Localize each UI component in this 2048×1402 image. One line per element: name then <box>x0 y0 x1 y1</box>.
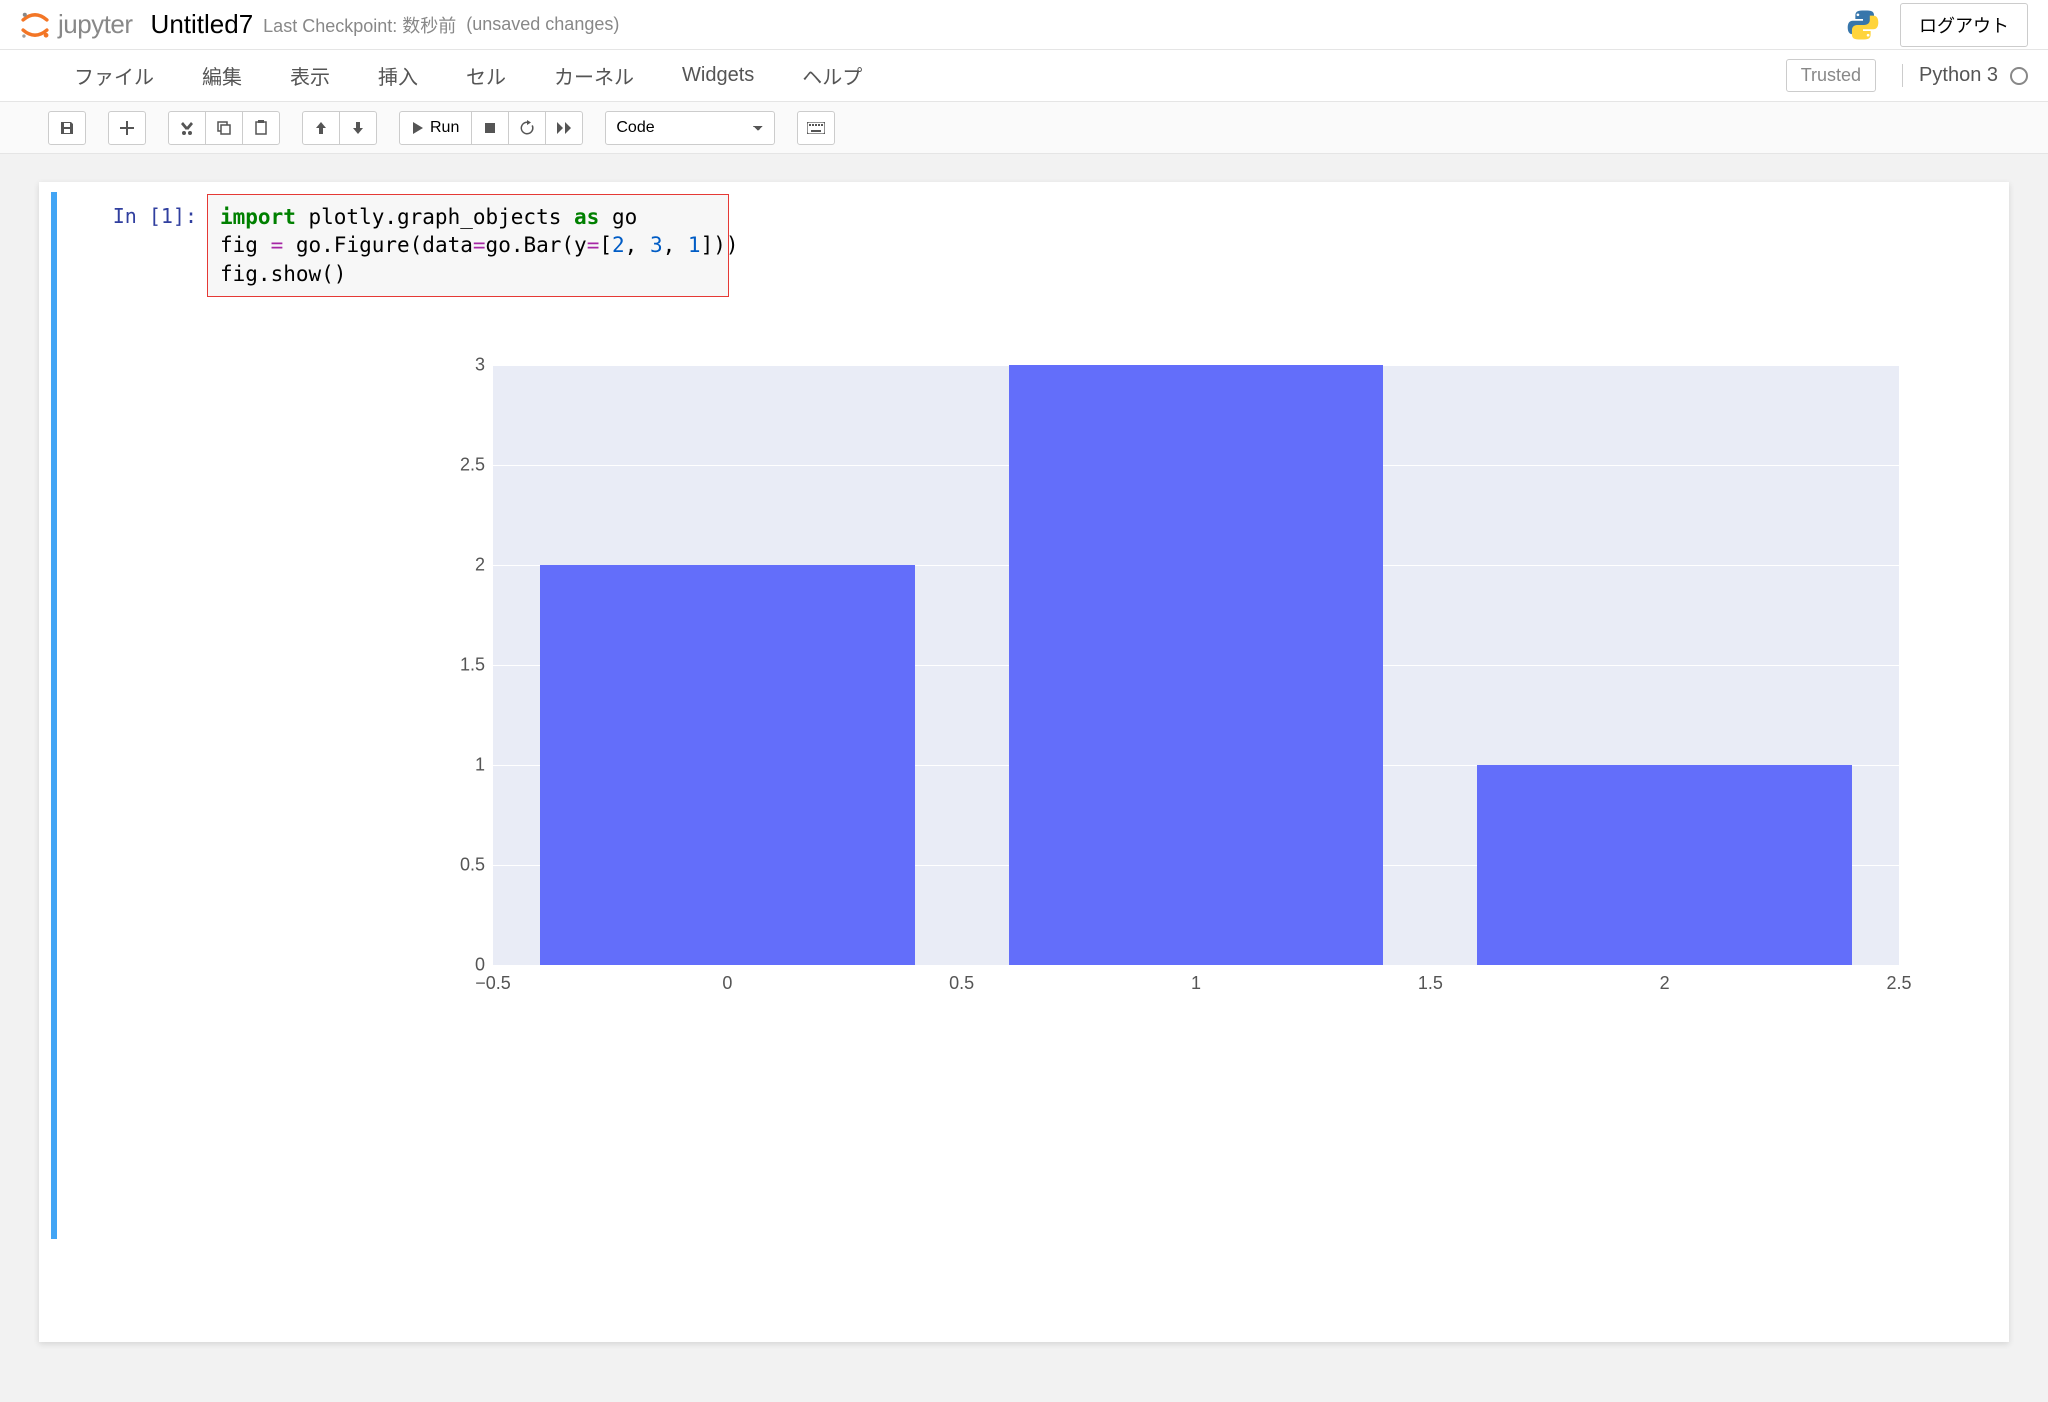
cell-body: import plotly.graph_objects as go fig = … <box>207 194 1997 1237</box>
logo-text: jupyter <box>58 9 133 40</box>
y-tick-label: 1 <box>475 755 485 776</box>
move-down-button[interactable] <box>339 111 377 145</box>
y-tick-label: 1.5 <box>460 655 485 676</box>
clipboard-icon <box>253 120 269 136</box>
menu-insert[interactable]: 挿入 <box>354 51 442 100</box>
move-up-button[interactable] <box>302 111 340 145</box>
restart-icon <box>519 120 535 136</box>
x-tick-label: 0.5 <box>949 973 974 994</box>
arrow-up-icon <box>314 121 328 135</box>
scissors-icon <box>179 120 195 136</box>
toolbar: Run Code <box>0 102 2048 154</box>
jupyter-icon <box>18 8 52 42</box>
header-bar: jupyter Untitled7 Last Checkpoint: 数秒前 (… <box>0 0 2048 50</box>
restart-run-all-button[interactable] <box>545 111 583 145</box>
menu-cell[interactable]: セル <box>442 51 530 100</box>
arrow-down-icon <box>351 121 365 135</box>
move-group <box>302 111 377 145</box>
x-tick-label: −0.5 <box>475 973 511 994</box>
python-icon <box>1846 8 1880 42</box>
kernel-indicator[interactable]: Python 3 <box>1902 64 2028 87</box>
y-tick-label: 2.5 <box>460 455 485 476</box>
x-tick-label: 2 <box>1660 973 1670 994</box>
play-icon <box>412 121 424 135</box>
menu-help[interactable]: ヘルプ <box>778 51 886 100</box>
save-icon <box>59 120 75 136</box>
bar[interactable] <box>1009 365 1384 965</box>
logout-button[interactable]: ログアウト <box>1900 3 2028 47</box>
kernel-label: Python 3 <box>1919 64 1998 87</box>
code-input[interactable]: import plotly.graph_objects as go fig = … <box>207 194 729 297</box>
add-cell-button[interactable] <box>108 111 146 145</box>
restart-button[interactable] <box>508 111 546 145</box>
kernel-idle-icon <box>2010 67 2028 85</box>
plotly-output[interactable]: 00.511.522.53−0.500.511.522.5 <box>367 337 1967 1237</box>
code-cell[interactable]: In [1]: import plotly.graph_objects as g… <box>51 192 1997 1239</box>
interrupt-button[interactable] <box>471 111 509 145</box>
y-tick-label: 3 <box>475 355 485 376</box>
stop-icon <box>484 122 496 134</box>
save-button[interactable] <box>48 111 86 145</box>
x-tick-label: 1.5 <box>1418 973 1443 994</box>
copy-button[interactable] <box>205 111 243 145</box>
bar[interactable] <box>540 565 915 965</box>
notebook-title[interactable]: Untitled7 <box>151 9 254 40</box>
menu-widgets[interactable]: Widgets <box>658 54 778 97</box>
cell-type-select[interactable]: Code <box>605 111 775 145</box>
trusted-badge[interactable]: Trusted <box>1786 59 1876 92</box>
plus-icon <box>120 121 134 135</box>
logo[interactable]: jupyter <box>18 8 133 42</box>
menu-view[interactable]: 表示 <box>266 51 354 100</box>
y-tick-label: 2 <box>475 555 485 576</box>
menu-edit[interactable]: 編集 <box>178 51 266 100</box>
bar[interactable] <box>1477 765 1852 965</box>
notebook-container: In [1]: import plotly.graph_objects as g… <box>0 154 2048 1402</box>
x-tick-label: 1 <box>1191 973 1201 994</box>
unsaved-label: (unsaved changes) <box>466 14 619 35</box>
keyboard-icon <box>807 122 825 134</box>
command-palette-button[interactable] <box>797 111 835 145</box>
x-tick-label: 2.5 <box>1886 973 1911 994</box>
menu-kernel[interactable]: カーネル <box>530 51 658 100</box>
notebook-paper: In [1]: import plotly.graph_objects as g… <box>39 182 2009 1342</box>
run-label: Run <box>430 119 459 137</box>
copy-icon <box>216 120 232 136</box>
paste-button[interactable] <box>242 111 280 145</box>
menubar: ファイル 編集 表示 挿入 セル カーネル Widgets ヘルプ Truste… <box>0 50 2048 102</box>
cut-button[interactable] <box>168 111 206 145</box>
menu-file[interactable]: ファイル <box>50 51 178 100</box>
gridline <box>493 965 1899 966</box>
fast-forward-icon <box>556 121 572 135</box>
run-button[interactable]: Run <box>399 111 472 145</box>
x-tick-label: 0 <box>722 973 732 994</box>
edit-group <box>168 111 280 145</box>
run-group: Run <box>399 111 583 145</box>
cell-prompt: In [1]: <box>57 194 207 1237</box>
y-tick-label: 0.5 <box>460 855 485 876</box>
checkpoint-label: Last Checkpoint: 数秒前 <box>263 12 456 38</box>
